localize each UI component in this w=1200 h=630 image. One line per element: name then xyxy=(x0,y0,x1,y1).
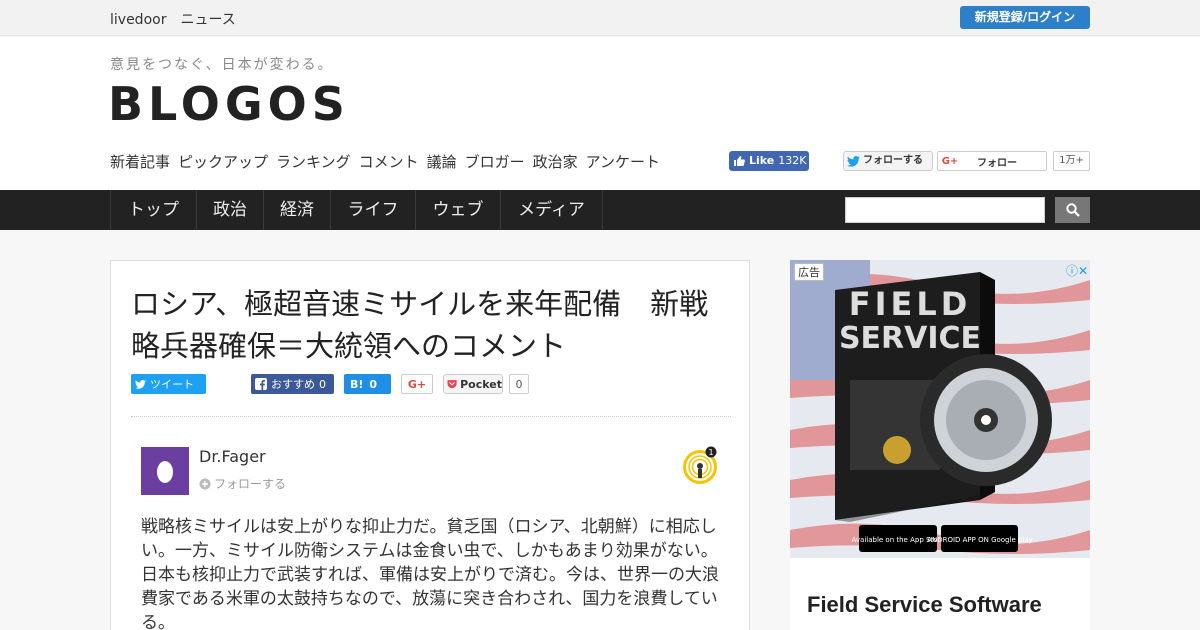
follow-author-button[interactable]: フォローする xyxy=(199,475,286,492)
subnav-item-ranking[interactable]: ランキング xyxy=(276,151,351,172)
egg-icon xyxy=(157,461,173,483)
ad-image[interactable]: FIELD SERVICE Available on the App Store… xyxy=(790,260,1090,558)
facebook-recommend-count: 0 xyxy=(319,377,326,391)
divider xyxy=(131,416,731,417)
top-bar: livedoor ニュース 新規登録/ログイン xyxy=(0,0,1200,36)
ad-image-text-field: FIELD xyxy=(849,285,972,323)
advertisement[interactable]: FIELD SERVICE Available on the App Store… xyxy=(790,260,1090,630)
pocket-button[interactable]: Pocket xyxy=(443,374,503,394)
subnav-item-comment[interactable]: コメント xyxy=(359,151,419,172)
hatena-bookmark-button[interactable]: B! 0 xyxy=(344,374,391,394)
author-name[interactable]: Dr.Fager xyxy=(199,447,266,466)
facebook-like-button[interactable]: Like 132K xyxy=(729,151,809,171)
login-button[interactable]: 新規登録/ログイン xyxy=(960,6,1090,29)
google-plus-icon: G+ xyxy=(941,155,959,167)
google-plus-share-button[interactable]: G+ xyxy=(401,374,433,394)
ad-image-text-service: SERVICE xyxy=(839,321,981,356)
nav-tab-top[interactable]: トップ xyxy=(110,190,196,230)
subnav-item-survey[interactable]: アンケート xyxy=(586,151,660,172)
subnav-item-politician[interactable]: 政治家 xyxy=(533,151,578,172)
hatena-bookmark-icon: B! xyxy=(350,377,364,391)
nav-tab-media[interactable]: メディア xyxy=(500,190,603,230)
tweet-button[interactable]: ツイート xyxy=(131,374,206,394)
subnav-item-new[interactable]: 新着記事 xyxy=(110,151,170,172)
pocket-count: 0 xyxy=(509,374,529,394)
livedoor-news-link[interactable]: livedoor ニュース xyxy=(110,9,236,29)
subnav-item-pickup[interactable]: ピックアップ xyxy=(178,151,268,172)
ad-title[interactable]: Field Service Software xyxy=(807,592,1042,618)
badge-count: 1 xyxy=(708,448,713,457)
pocket-icon xyxy=(447,380,457,389)
article-card: ロシア、極超音速ミサイルを来年配備 新戦略兵器確保＝大統領へのコメント ツイート… xyxy=(110,260,750,630)
site-header: 意見をつなぐ、日本が変わる。 BLOGOS 新着記事 ピックアップ ランキング … xyxy=(0,37,1200,190)
twitter-follow-button[interactable]: フォローする xyxy=(843,151,933,171)
author-avatar[interactable] xyxy=(141,447,189,495)
ad-label: 広告 xyxy=(794,263,824,281)
tweet-label: ツイート xyxy=(150,378,194,391)
subnav-item-debate[interactable]: 議論 xyxy=(427,151,457,172)
facebook-recommend-button[interactable]: おすすめ 0 xyxy=(251,374,334,394)
comment-body: 戦略核ミサイルは安上がりな抑止力だ。貧乏国（ロシア、北朝鮮）に相応しい。一方、ミ… xyxy=(141,517,719,630)
nav-tab-life[interactable]: ライフ xyxy=(330,190,415,230)
follow-label: フォローする xyxy=(214,477,287,491)
main-navigation: トップ 政治 経済 ライフ ウェブ メディア xyxy=(0,190,1200,230)
nav-tab-economy[interactable]: 経済 xyxy=(263,190,330,230)
sub-navigation: 新着記事 ピックアップ ランキング コメント 議論 ブロガー 政治家 アンケート xyxy=(110,151,660,172)
article-title: ロシア、極超音速ミサイルを来年配備 新戦略兵器確保＝大統領へのコメント xyxy=(131,287,709,363)
site-logo[interactable]: BLOGOS xyxy=(108,77,350,131)
search-input[interactable] xyxy=(845,197,1045,223)
speaker-badge-icon: 1 xyxy=(681,446,721,486)
like-label: Like xyxy=(749,154,775,167)
google-plus-icon: G+ xyxy=(407,377,427,391)
tagline: 意見をつなぐ、日本が変わる。 xyxy=(110,57,334,73)
google-follow-count: 1万+ xyxy=(1053,151,1090,171)
google-play-label: ANDROID APP ON Google play xyxy=(927,536,1033,544)
ad-choices-icon[interactable]: ⓘ✕ xyxy=(1066,262,1088,279)
hatena-bookmark-count: 0 xyxy=(369,377,378,391)
search-button[interactable] xyxy=(1055,197,1090,223)
twitter-bird-icon xyxy=(847,155,860,167)
plus-circle-icon xyxy=(199,478,211,489)
nav-tab-politics[interactable]: 政治 xyxy=(196,190,263,230)
google-follow-label: フォロー xyxy=(977,157,1017,169)
google-plus-follow-button[interactable]: G+ フォロー xyxy=(937,151,1047,171)
facebook-icon xyxy=(255,378,267,390)
like-count: 132K xyxy=(778,154,807,167)
subnav-item-blogger[interactable]: ブロガー xyxy=(465,151,525,172)
twitter-bird-icon xyxy=(135,379,146,389)
thumbs-up-icon xyxy=(734,156,745,166)
twitter-follow-label: フォローする xyxy=(863,155,923,166)
nav-tab-web[interactable]: ウェブ xyxy=(415,190,500,230)
facebook-recommend-label: おすすめ xyxy=(271,378,315,391)
pocket-label: Pocket xyxy=(460,377,502,391)
search-icon xyxy=(1065,203,1080,217)
